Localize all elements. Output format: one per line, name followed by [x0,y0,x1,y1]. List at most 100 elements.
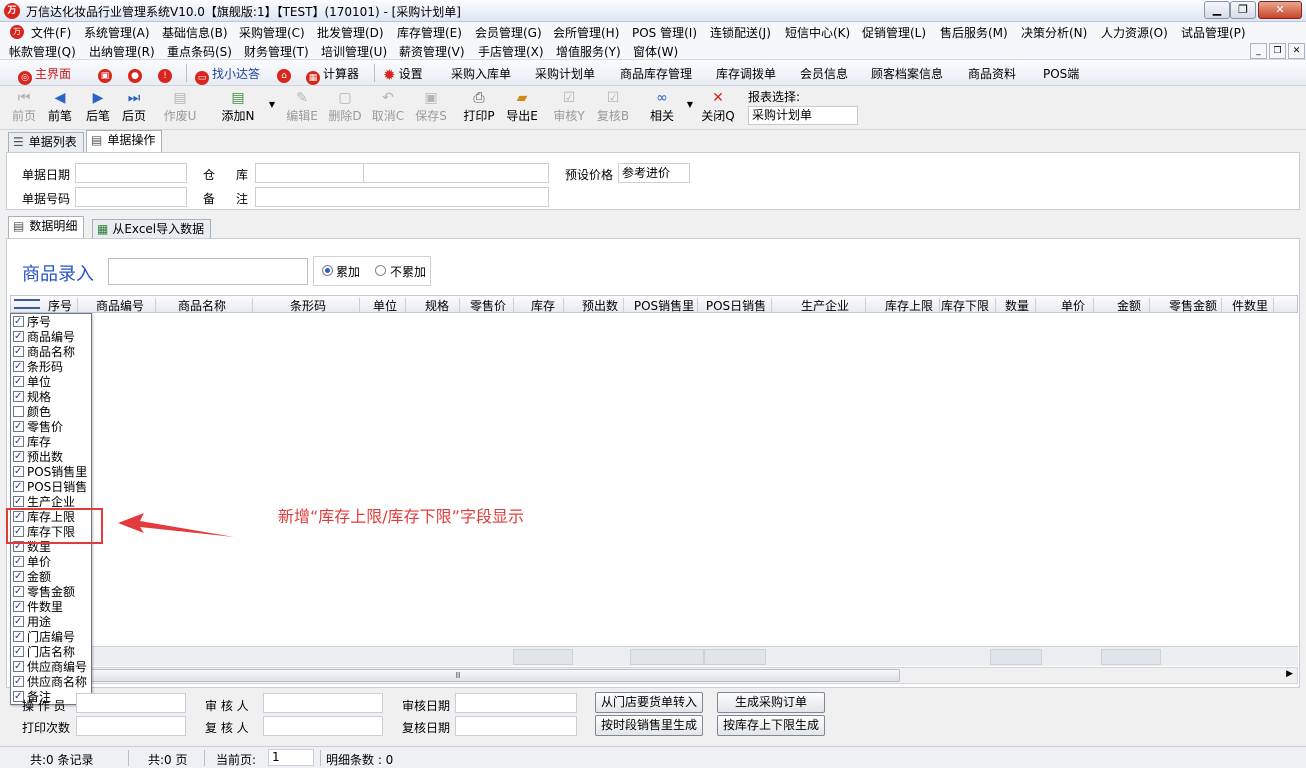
grid-header-cell[interactable]: 库存 [525,297,561,314]
column-chooser-item[interactable]: 规格 [13,389,51,405]
grid-header-cell[interactable]: 单价 [1055,297,1091,314]
home-button[interactable]: ◎ 主界面 [18,65,71,85]
save-button[interactable]: ▣ 保存S [414,89,448,124]
menu-item-row2-8[interactable]: 增值服务(Y) [556,43,621,60]
link-member-info[interactable]: 会员信息 [800,65,848,82]
menu-item-row1-16[interactable]: 试品管理(P) [1181,24,1246,41]
generate-po-button[interactable]: 生成采购订单 [717,692,825,713]
checkbox-icon[interactable] [13,584,24,599]
grid-header-cell[interactable]: 条形码 [259,297,357,314]
column-chooser-item[interactable]: 件数里 [13,599,63,615]
note-field[interactable] [255,187,549,207]
first-page-button[interactable]: ⏮ 前页 [11,89,37,124]
checkbox-icon[interactable] [13,554,24,569]
column-chooser-icon[interactable] [14,299,40,309]
grid-header-cell[interactable]: POS日销售 [703,297,769,314]
checkbox-icon[interactable] [13,449,24,464]
column-chooser-item[interactable]: 单位 [13,374,51,390]
column-chooser-item[interactable]: 序号 [13,314,51,330]
related-button[interactable]: ∞ 相关 [648,89,676,124]
column-chooser-item[interactable]: 单价 [13,554,51,570]
next-record-button[interactable]: ▶ 后笔 [85,89,111,124]
checkbox-icon[interactable] [13,314,24,329]
checkbox-icon[interactable] [13,629,24,644]
column-chooser-item[interactable]: 供应商编号 [13,659,87,675]
checkbox-icon[interactable] [13,569,24,584]
grid-header-cell[interactable]: 库存上限 [881,297,937,314]
mdi-restore-button[interactable]: ❐ [1269,43,1286,59]
export-button[interactable]: ▰ 导出E [505,89,539,124]
lock-button[interactable]: ▣ [98,65,115,83]
grid-header-cell[interactable]: POS销售里 [633,297,695,314]
grid-header-cell[interactable]: 商品编号 [87,297,153,314]
audit-date-field[interactable] [455,693,577,713]
generate-by-sales-button[interactable]: 按时段销售里生成 [595,715,703,736]
column-chooser-item[interactable]: POS销售里 [13,464,87,480]
related-dropdown-arrow[interactable]: ▼ [686,100,694,109]
column-chooser-item[interactable]: 金额 [13,569,51,585]
column-chooser-item[interactable]: 门店编号 [13,629,75,645]
column-chooser-item[interactable]: 条形码 [13,359,63,375]
operator-field[interactable] [76,693,186,713]
auditor-field[interactable] [263,693,383,713]
settings-button[interactable]: ✹ 设置 [383,65,423,84]
edit-button[interactable]: ✎ 编辑E [285,89,319,124]
link-pos[interactable]: POS端 [1043,65,1079,82]
link-transfer[interactable]: 库存调拨单 [716,65,776,82]
no-accumulate-radio[interactable] [375,265,386,276]
link-stock-manage[interactable]: 商品库存管理 [620,65,692,82]
delete-button[interactable]: ▢ 删除D [328,89,362,124]
checkbox-icon[interactable] [13,389,24,404]
menu-item-row1-13[interactable]: 售后服务(M) [940,24,1008,41]
checkbox-icon[interactable] [13,494,24,509]
grid-header-cell[interactable]: 规格 [417,297,457,314]
checkbox-icon[interactable] [13,344,24,359]
doc-date-field[interactable] [75,163,187,183]
print-count-field[interactable] [76,716,186,736]
preset-price-select[interactable]: 参考进价 [618,163,690,183]
house-button[interactable]: ⌂ [277,65,294,83]
menu-item-row1-2[interactable]: 系统管理(A) [84,24,150,41]
menu-item-row1-1[interactable]: 文件(F) [31,24,71,41]
alert-button[interactable]: ! [158,65,175,83]
grid-header-cell[interactable]: 零售金额 [1167,297,1219,314]
menu-item-row2-1[interactable]: 帐款管理(Q) [9,43,76,60]
grid-header-cell[interactable]: 序号 [45,297,75,314]
link-purchase-plan[interactable]: 采购计划单 [535,65,595,82]
column-chooser-item[interactable]: 预出数 [13,449,63,465]
menu-item-row2-2[interactable]: 出纳管理(R) [89,43,155,60]
grid-header-cell[interactable]: 零售价 [465,297,511,314]
scroll-right-icon[interactable]: ▶ [1286,669,1293,679]
tab-document-list[interactable]: ☰ 单据列表 [8,132,84,152]
checkbox-icon[interactable] [13,674,24,689]
menu-item-row1-12[interactable]: 促销管理(L) [862,24,926,41]
add-button[interactable]: ▤ 添加N [220,89,256,124]
grid-header-cell[interactable]: 件数里 [1229,297,1271,314]
warehouse-code-field[interactable] [255,163,364,183]
grid-header-cell[interactable]: 商品名称 [154,297,250,314]
tab-excel-import[interactable]: ▦ 从Excel导入数据 [92,219,212,238]
menu-item-row1-6[interactable]: 库存管理(E) [397,24,462,41]
menu-item-row1-4[interactable]: 采购管理(C) [239,24,305,41]
checkbox-icon[interactable] [13,464,24,479]
checkbox-icon[interactable] [13,359,24,374]
menu-item-row1-9[interactable]: POS 管理(I) [632,24,697,41]
menu-item-row2-5[interactable]: 培训管理(U) [321,43,387,60]
mdi-close-button[interactable]: ✕ [1288,43,1305,59]
column-chooser-item[interactable]: 用途 [13,614,51,630]
checkbox-icon[interactable] [13,419,24,434]
chat-button[interactable]: ● [128,65,145,83]
audit-button[interactable]: ☑ 审核Y [552,89,586,124]
grid-header-cell[interactable]: 数量 [1001,297,1033,314]
generate-by-limits-button[interactable]: 按库存上下限生成 [717,715,825,736]
print-button[interactable]: ⎙ 打印P [462,89,496,124]
checkbox-icon[interactable] [13,434,24,449]
close-form-button[interactable]: ✕ 关闭Q [701,89,735,124]
checkbox-icon[interactable] [13,374,24,389]
restore-button[interactable]: ❐ [1230,1,1256,19]
menu-item-row2-3[interactable]: 重点条码(S) [167,43,232,60]
menu-item-row1-5[interactable]: 批发管理(D) [317,24,384,41]
column-chooser-item[interactable]: POS日销售 [13,479,87,495]
last-page-button[interactable]: ⏭ 后页 [121,89,147,124]
checkbox-icon[interactable] [13,644,24,659]
